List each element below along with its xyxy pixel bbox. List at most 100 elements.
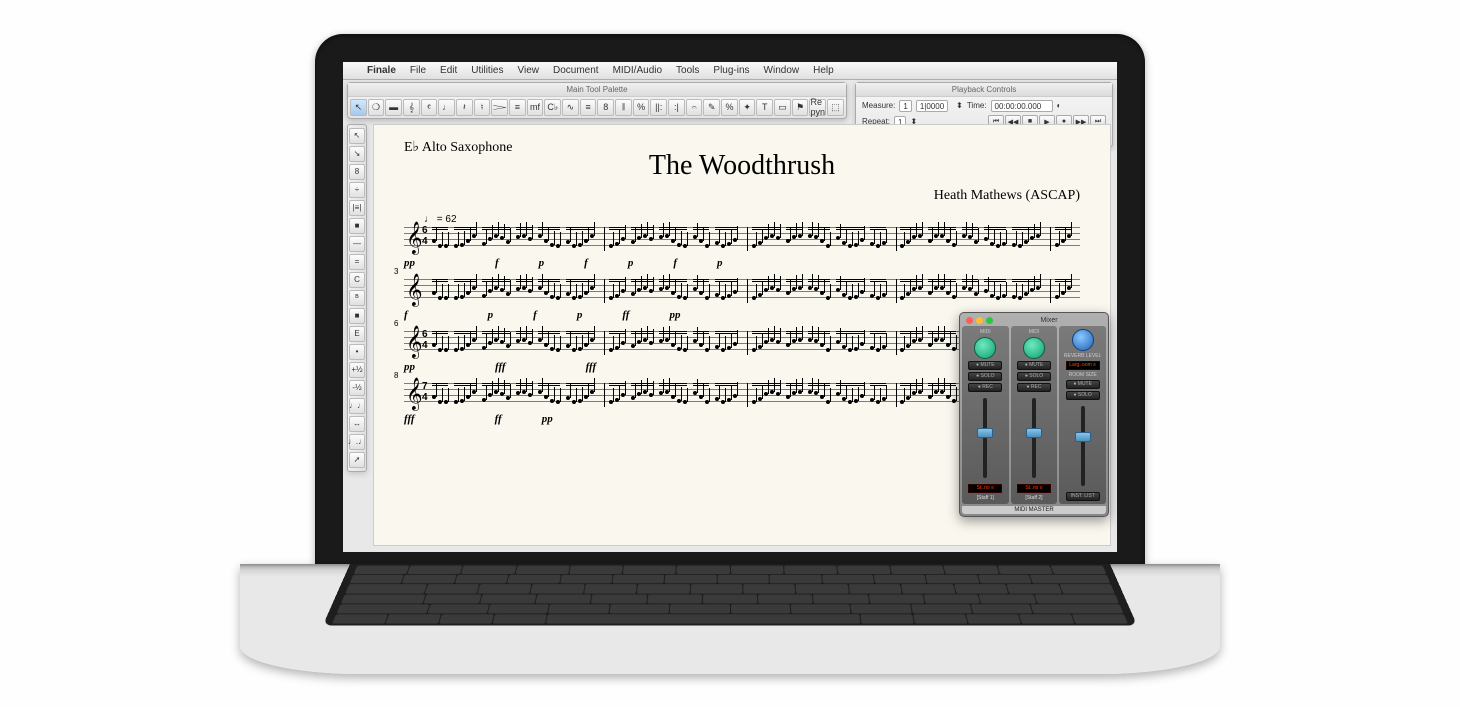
tool-button[interactable]: ✎ (703, 99, 720, 116)
tool-button[interactable]: ⚑ (792, 99, 809, 116)
channel-rec-button[interactable]: ● REC (968, 383, 1002, 392)
tool-button[interactable]: 𝄂 (615, 99, 632, 116)
main-tool-palette[interactable]: Main Tool Palette ↖❍▬𝄞𝄴♩𝄽♮𝆓≡mfC♭∿≡8𝄂%||:… (347, 82, 847, 119)
side-tool-button[interactable]: ᴮ (349, 290, 365, 306)
side-tool-button[interactable]: 8 (349, 164, 365, 180)
mixer-channel[interactable]: MIDI● MUTE● SOLO● RECSt..no ≡[Staff 1] (962, 326, 1009, 504)
mac-menubar: Finale File Edit Utilities View Document… (343, 62, 1117, 80)
pan-knob[interactable] (974, 337, 996, 359)
tool-button[interactable]: ⬚ (827, 99, 844, 116)
tool-button[interactable]: ▬ (385, 99, 402, 116)
side-tool-button[interactable]: ➚ (349, 452, 365, 468)
fader-track[interactable] (983, 398, 987, 478)
staff-system[interactable]: 𝄞64ppfpfpfp (404, 227, 1080, 251)
side-tool-strip[interactable]: ↖ ↘ 8 ÷ |≡| ■ — = Cᴮ ■ E • +½ -½ ♩♩ ↔ ♩.♩ ➚ (347, 124, 367, 472)
tool-button[interactable]: 𝄞 (403, 99, 420, 116)
master-solo-button[interactable]: ● SOLO (1066, 391, 1100, 400)
channel-mute-button[interactable]: ● MUTE (968, 361, 1002, 370)
tool-button[interactable]: ∿ (562, 99, 579, 116)
channel-display[interactable]: St..no ≡ (968, 484, 1002, 493)
minimize-icon[interactable] (976, 317, 983, 324)
menu-midi-audio[interactable]: MIDI/Audio (613, 65, 662, 76)
channel-display[interactable]: St..no ≡ (1017, 484, 1051, 493)
tool-button[interactable]: 𝄐 (686, 99, 703, 116)
tool-button[interactable]: 𝄽 (456, 99, 473, 116)
side-tool-button[interactable]: +½ (349, 362, 365, 378)
tool-button[interactable]: :| (668, 99, 685, 116)
fader-handle[interactable] (977, 428, 993, 438)
side-tool-button[interactable]: — (349, 236, 365, 252)
side-tool-button[interactable]: = (349, 254, 365, 270)
channel-rec-button[interactable]: ● REC (1017, 383, 1051, 392)
side-tool-button[interactable]: ÷ (349, 182, 365, 198)
instrument-list-button[interactable]: INST. LIST (1066, 492, 1100, 501)
staff-system[interactable]: 3𝄞fpfpffpp (404, 279, 1080, 303)
side-tool-button[interactable]: ↘ (349, 146, 365, 162)
dynamic-marking: p (628, 257, 634, 269)
reverb-knob[interactable] (1072, 329, 1094, 351)
close-icon[interactable] (966, 317, 973, 324)
mixer-master-channel[interactable]: REVERB LEVELLarg..oom ≡ROOM SIZE● MUTE● … (1059, 326, 1106, 504)
tool-button[interactable]: ≡ (509, 99, 526, 116)
tool-button[interactable]: ♩ (438, 99, 455, 116)
side-tool-button[interactable]: ♩.♩ (349, 434, 365, 450)
position-input[interactable]: 1|0000 (916, 100, 948, 112)
tool-button[interactable]: % (721, 99, 738, 116)
zoom-icon[interactable] (986, 317, 993, 324)
tool-button[interactable]: 8 (597, 99, 614, 116)
side-tool-button[interactable]: ■ (349, 308, 365, 324)
tool-button[interactable]: ≡ (580, 99, 597, 116)
menu-plugins[interactable]: Plug-ins (713, 65, 749, 76)
menu-file[interactable]: File (410, 65, 426, 76)
side-tool-button[interactable]: • (349, 344, 365, 360)
side-tool-button[interactable]: |≡| (349, 200, 365, 216)
tool-button[interactable]: 𝆓 (491, 99, 508, 116)
tool-button[interactable]: % (633, 99, 650, 116)
mixer-window[interactable]: Mixer MIDI● MUTE● SOLO● RECSt..no ≡[Staf… (959, 312, 1109, 517)
menu-window[interactable]: Window (764, 65, 800, 76)
tool-button[interactable]: ↖ (350, 99, 367, 116)
tool-button[interactable]: ✦ (739, 99, 756, 116)
channel-mute-button[interactable]: ● MUTE (1017, 361, 1051, 370)
menu-document[interactable]: Document (553, 65, 599, 76)
tool-button[interactable]: Re pyn (809, 99, 826, 116)
menu-utilities[interactable]: Utilities (471, 65, 503, 76)
mixer-channel[interactable]: MIDI● MUTE● SOLO● RECSt..no ≡[Staff 2] (1011, 326, 1058, 504)
channel-solo-button[interactable]: ● SOLO (968, 372, 1002, 381)
tool-button[interactable]: mf (527, 99, 544, 116)
side-tool-button[interactable]: C (349, 272, 365, 288)
fader-track[interactable] (1032, 398, 1036, 478)
menu-tools[interactable]: Tools (676, 65, 699, 76)
menu-view[interactable]: View (518, 65, 540, 76)
tool-button[interactable]: C♭ (544, 99, 561, 116)
app-menu[interactable]: Finale (367, 65, 396, 76)
tool-button[interactable]: 𝄴 (421, 99, 438, 116)
dynamic-marking: p (577, 309, 583, 321)
time-display: 00:00:00.000 (991, 100, 1053, 112)
dynamic-marking: pp (669, 309, 680, 321)
fader-handle[interactable] (1026, 428, 1042, 438)
tool-button[interactable]: ||: (650, 99, 667, 116)
side-tool-button[interactable]: -½ (349, 380, 365, 396)
master-mute-button[interactable]: ● MUTE (1066, 380, 1100, 389)
channel-solo-button[interactable]: ● SOLO (1017, 372, 1051, 381)
window-traffic-lights[interactable] (966, 317, 993, 324)
side-tool-button[interactable]: ↖ (349, 128, 365, 144)
menu-edit[interactable]: Edit (440, 65, 457, 76)
side-tool-button[interactable]: ♩♩ (349, 398, 365, 414)
tool-button[interactable]: ♮ (474, 99, 491, 116)
room-display[interactable]: Larg..oom ≡ (1066, 361, 1100, 370)
measure-input[interactable]: 1 (899, 100, 911, 112)
tool-button[interactable]: ❍ (368, 99, 385, 116)
menu-help[interactable]: Help (813, 65, 834, 76)
dynamic-marking: p (717, 257, 723, 269)
clock-icon[interactable]: ◐ (1057, 101, 1062, 110)
master-fader-handle[interactable] (1075, 432, 1091, 442)
master-fader-track[interactable] (1081, 406, 1085, 486)
pan-knob[interactable] (1023, 337, 1045, 359)
side-tool-button[interactable]: ↔ (349, 416, 365, 432)
tool-button[interactable]: ▭ (774, 99, 791, 116)
tool-button[interactable]: T (756, 99, 773, 116)
side-tool-button[interactable]: E (349, 326, 365, 342)
side-tool-button[interactable]: ■ (349, 218, 365, 234)
